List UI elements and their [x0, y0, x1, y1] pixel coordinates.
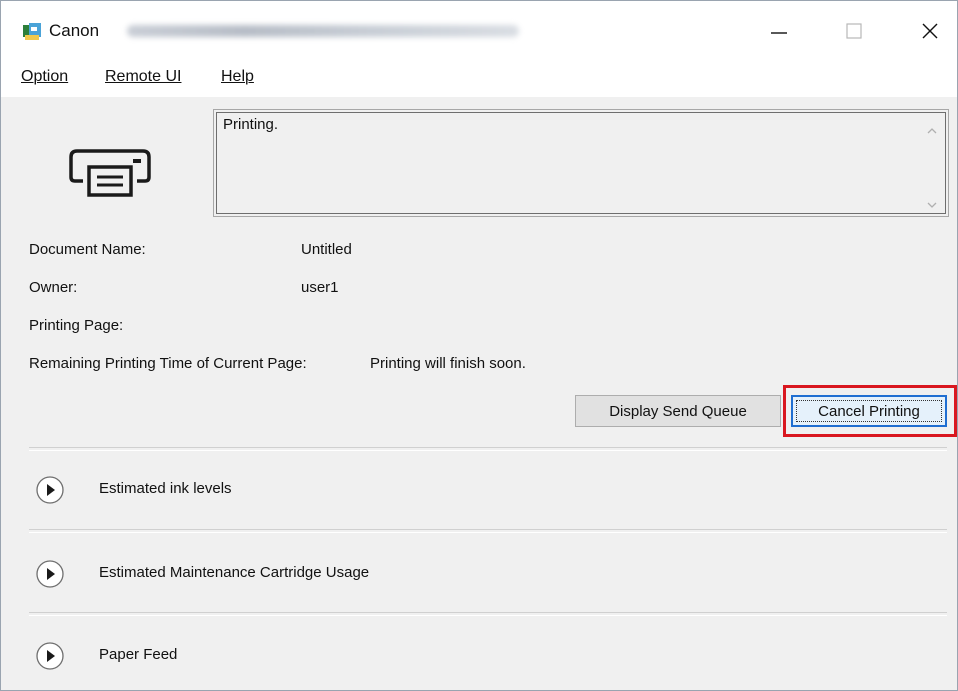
divider	[29, 529, 947, 533]
expand-arrow-icon[interactable]	[35, 559, 65, 589]
close-icon[interactable]	[905, 11, 955, 51]
section-label: Estimated ink levels	[99, 480, 232, 497]
printing-page-label: Printing Page:	[29, 317, 124, 334]
status-message-box[interactable]: Printing.	[213, 109, 949, 217]
remaining-time-value: Printing will finish soon.	[370, 355, 526, 372]
remaining-time-label: Remaining Printing Time of Current Page:	[29, 355, 307, 372]
section-paper-feed[interactable]: Paper Feed	[29, 625, 947, 685]
client-area: Printing. Document Name: Untitled Owner:…	[1, 97, 957, 690]
owner-value: user1	[301, 279, 339, 296]
document-name-label: Document Name:	[29, 241, 146, 258]
status-message: Printing.	[223, 116, 279, 133]
printer-status-window: Canon Option Remote UI Help Printing. Do…	[0, 0, 958, 691]
app-icon	[23, 23, 41, 40]
display-send-queue-button[interactable]: Display Send Queue	[575, 395, 781, 427]
scroll-down-arrow-icon	[927, 202, 937, 208]
document-name-value: Untitled	[301, 241, 352, 258]
section-label: Estimated Maintenance Cartridge Usage	[99, 564, 370, 581]
section-label: Paper Feed	[99, 646, 178, 663]
printer-icon	[69, 149, 151, 197]
expand-arrow-icon[interactable]	[35, 475, 65, 505]
maximize-icon[interactable]	[829, 11, 879, 51]
menu-help[interactable]: Help	[221, 68, 254, 86]
section-maintenance-cartridge[interactable]: Estimated Maintenance Cartridge Usage	[29, 543, 947, 603]
expand-arrow-icon[interactable]	[35, 641, 65, 671]
menu-remote-ui[interactable]: Remote UI	[105, 68, 181, 86]
blurred-title-detail	[127, 25, 519, 37]
minimize-icon[interactable]	[753, 11, 803, 51]
status-message-frame: Printing.	[216, 112, 946, 214]
menu-option[interactable]: Option	[21, 68, 68, 86]
menu-bar: Option Remote UI Help	[1, 59, 957, 97]
window-title: Canon	[49, 21, 100, 40]
title-bar: Canon	[1, 1, 957, 59]
divider	[29, 447, 947, 451]
section-estimated-ink-levels[interactable]: Estimated ink levels	[29, 459, 947, 519]
divider	[29, 612, 947, 616]
scroll-up-arrow-icon	[927, 128, 937, 134]
owner-label: Owner:	[29, 279, 78, 296]
cancel-printing-button[interactable]: Cancel Printing	[791, 395, 947, 427]
status-scrollbar[interactable]	[925, 123, 939, 213]
focus-ring	[796, 400, 942, 422]
